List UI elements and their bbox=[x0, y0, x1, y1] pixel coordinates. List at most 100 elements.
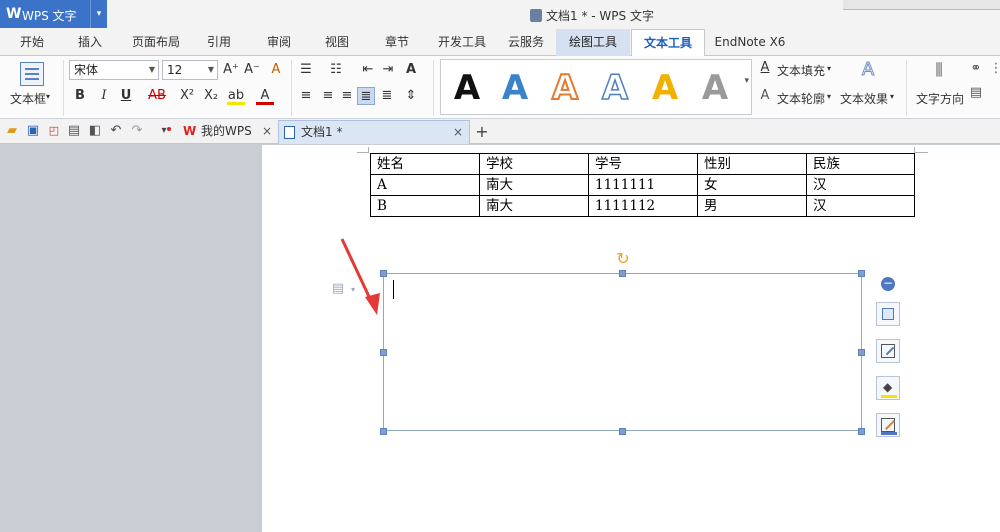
text-fill-button[interactable]: 文本填充 bbox=[777, 62, 825, 79]
bullet-list-icon[interactable]: ☰ bbox=[297, 61, 315, 79]
textbox-button-label[interactable]: 文本框 bbox=[10, 90, 46, 107]
redo-icon[interactable]: ↷ bbox=[128, 122, 146, 140]
print-icon[interactable]: ▤ bbox=[65, 122, 83, 140]
decrease-indent-icon[interactable]: ⇤ bbox=[359, 61, 377, 79]
grow-font-icon[interactable]: A⁺ bbox=[222, 61, 240, 79]
tab-my-wps[interactable]: W 我的WPS × bbox=[179, 120, 277, 144]
table-cell[interactable]: 1111111 bbox=[588, 174, 698, 196]
text-direction-button[interactable]: 文字方向 bbox=[916, 90, 964, 107]
table-cell[interactable]: 汉 bbox=[806, 174, 915, 196]
text-style-icon[interactable]: A bbox=[402, 61, 420, 79]
distributed-align-icon[interactable]: ≣ bbox=[378, 87, 396, 105]
table-cell[interactable]: 民族 bbox=[806, 153, 915, 175]
table-cell[interactable]: 南大 bbox=[479, 195, 589, 217]
table-cell[interactable]: 汉 bbox=[806, 195, 915, 217]
chevron-down-icon[interactable]: ▾ bbox=[46, 92, 50, 101]
edit-shape-button[interactable] bbox=[876, 339, 900, 363]
table-cell[interactable]: 男 bbox=[697, 195, 807, 217]
table-cell[interactable]: 1111112 bbox=[588, 195, 698, 217]
more-icon[interactable]: ⋮ bbox=[987, 60, 1000, 78]
resize-handle-bottom-right[interactable] bbox=[858, 428, 865, 435]
chevron-down-icon[interactable]: ▾ bbox=[827, 64, 831, 73]
wps-app-menu-button[interactable]: W WPS 文字 ▾ bbox=[0, 0, 107, 28]
text-effect-icon[interactable]: A bbox=[857, 60, 879, 79]
underline-icon[interactable]: U bbox=[117, 87, 135, 105]
tab-document-1[interactable]: 文档1 * × bbox=[278, 120, 470, 144]
italic-icon[interactable]: I bbox=[95, 87, 113, 105]
text-style-preset-5[interactable]: A bbox=[645, 68, 685, 108]
text-style-preset-4[interactable]: A bbox=[595, 67, 635, 109]
print-preview-icon[interactable]: ◧ bbox=[86, 122, 104, 140]
rotate-handle-icon[interactable]: ↻ bbox=[614, 250, 632, 268]
chevron-down-icon[interactable]: ▾ bbox=[827, 92, 831, 101]
layout-options-button[interactable] bbox=[876, 302, 900, 326]
table-cell[interactable]: 姓名 bbox=[370, 153, 480, 175]
tab-reference[interactable]: 引用 bbox=[196, 29, 242, 56]
gallery-more-icon[interactable]: ▾ bbox=[744, 76, 749, 86]
tab-text-tools[interactable]: 文本工具 bbox=[631, 29, 705, 57]
tab-page-layout[interactable]: 页面布局 bbox=[124, 29, 188, 56]
resize-handle-top-right[interactable] bbox=[858, 270, 865, 277]
table-cell[interactable]: A bbox=[370, 174, 480, 196]
close-icon[interactable]: × bbox=[262, 120, 272, 143]
tab-insert[interactable]: 插入 bbox=[66, 29, 114, 56]
table-cell[interactable]: 性别 bbox=[697, 153, 807, 175]
undo-icon[interactable]: ↶ bbox=[107, 122, 125, 140]
tab-view[interactable]: 视图 bbox=[314, 29, 360, 56]
align-right-icon[interactable]: ≡ bbox=[338, 87, 356, 105]
resize-handle-top-left[interactable] bbox=[380, 270, 387, 277]
fill-color-button[interactable]: ◆ bbox=[876, 376, 900, 400]
font-color-icon[interactable]: A bbox=[256, 87, 274, 105]
text-style-preset-2[interactable]: A bbox=[495, 68, 535, 108]
save-icon[interactable]: ▣ bbox=[24, 122, 42, 140]
justify-icon[interactable]: ≣ bbox=[357, 87, 375, 105]
textbox-icon[interactable] bbox=[20, 62, 44, 86]
tab-start[interactable]: 开始 bbox=[8, 29, 56, 56]
table-cell[interactable]: 学号 bbox=[588, 153, 698, 175]
numbered-list-icon[interactable]: ☷ bbox=[327, 61, 345, 79]
new-tab-icon[interactable]: + bbox=[474, 120, 490, 144]
increase-indent-icon[interactable]: ⇥ bbox=[379, 61, 397, 79]
tab-draw-tools[interactable]: 绘图工具 bbox=[556, 29, 630, 56]
line-spacing-icon[interactable]: ⇕ bbox=[402, 87, 420, 105]
text-style-preset-6[interactable]: A bbox=[695, 68, 735, 108]
resize-handle-bottom-left[interactable] bbox=[380, 428, 387, 435]
text-style-preset-1[interactable]: A bbox=[447, 68, 487, 108]
table-cell[interactable]: 南大 bbox=[479, 174, 589, 196]
outline-color-button[interactable] bbox=[876, 413, 900, 437]
shrink-font-icon[interactable]: A⁻ bbox=[243, 61, 261, 79]
align-left-icon[interactable]: ≡ bbox=[297, 87, 315, 105]
clear-format-icon[interactable]: A bbox=[267, 61, 285, 79]
bold-icon[interactable]: B bbox=[71, 87, 89, 105]
table-cell[interactable]: 女 bbox=[697, 174, 807, 196]
link-icon[interactable]: ⚭ bbox=[967, 60, 985, 78]
text-box[interactable] bbox=[383, 273, 862, 431]
export-pdf-icon[interactable]: ◰ bbox=[45, 122, 63, 140]
align-text-icon[interactable]: ▤ bbox=[967, 84, 985, 102]
resize-handle-right[interactable] bbox=[858, 349, 865, 356]
tab-endnote[interactable]: EndNote X6 bbox=[710, 29, 790, 56]
font-size-select[interactable]: 12 ▼ bbox=[162, 60, 218, 80]
align-center-icon[interactable]: ≡ bbox=[319, 87, 337, 105]
customize-toolbar-icon[interactable]: ▾ bbox=[155, 122, 173, 140]
tab-cloud[interactable]: 云服务 bbox=[500, 29, 552, 56]
text-outline-button[interactable]: 文本轮廓 bbox=[777, 90, 825, 107]
strikethrough-icon[interactable]: AB bbox=[145, 87, 169, 105]
text-effect-button[interactable]: 文本效果 bbox=[840, 90, 888, 107]
chevron-down-icon[interactable]: ▾ bbox=[90, 0, 107, 28]
resize-handle-left[interactable] bbox=[380, 349, 387, 356]
text-outline-icon[interactable]: A bbox=[756, 87, 774, 105]
tab-chapter[interactable]: 章节 bbox=[374, 29, 420, 56]
text-style-preset-3[interactable]: A bbox=[545, 67, 585, 109]
chevron-down-icon[interactable]: ▾ bbox=[890, 92, 894, 101]
open-folder-icon[interactable]: ▰ bbox=[3, 122, 21, 140]
resize-handle-top[interactable] bbox=[619, 270, 626, 277]
tab-developer[interactable]: 开发工具 bbox=[432, 29, 492, 56]
superscript-icon[interactable]: X² bbox=[176, 87, 198, 105]
resize-handle-bottom[interactable] bbox=[619, 428, 626, 435]
close-icon[interactable]: × bbox=[453, 121, 463, 144]
text-fill-icon[interactable]: A bbox=[756, 59, 774, 77]
tab-review[interactable]: 审阅 bbox=[256, 29, 302, 56]
text-direction-icon[interactable]: ⫼ bbox=[928, 61, 950, 79]
highlight-icon[interactable]: ab bbox=[227, 87, 245, 105]
